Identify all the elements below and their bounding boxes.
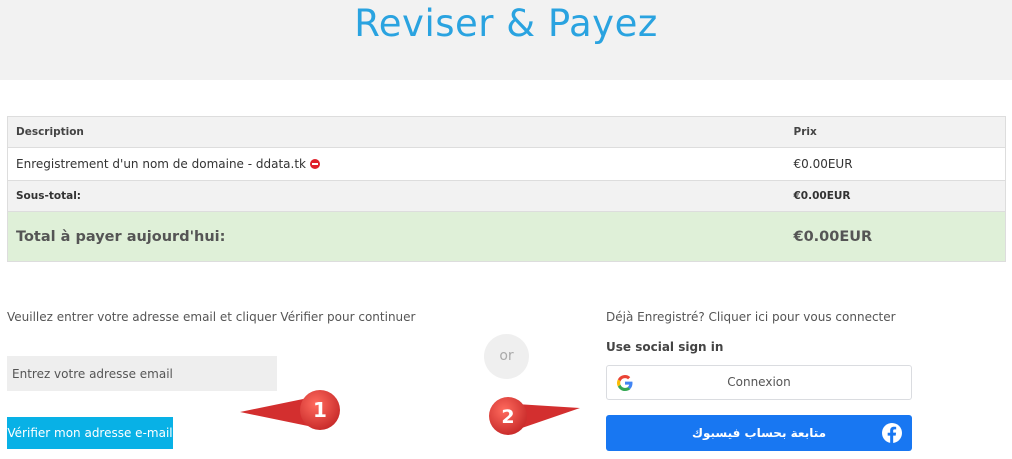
- item-cell: Enregistrement d'un nom de domaine - dda…: [7, 147, 786, 181]
- email-instruction: Veuillez entrer votre adresse email et c…: [7, 310, 416, 324]
- facebook-signin-label: متابعة بحساب فيسبوك: [691, 426, 827, 440]
- table-row: Enregistrement d'un nom de domaine - dda…: [7, 147, 1006, 181]
- page-header: Reviser & Payez: [0, 0, 1012, 80]
- or-divider: or: [484, 334, 529, 379]
- verify-email-button[interactable]: Vérifier mon adresse e-mail: [7, 417, 173, 449]
- page-title: Reviser & Payez: [354, 2, 658, 45]
- table-header-row: Description Prix: [7, 116, 1006, 148]
- total-row: Total à payer aujourd'hui: €0.00EUR: [7, 211, 1006, 262]
- total-label: Total à payer aujourd'hui:: [7, 211, 786, 262]
- google-signin-label: Connexion: [727, 375, 791, 389]
- callout-number-1: 1: [313, 398, 327, 422]
- order-summary-table: Description Prix Enregistrement d'un nom…: [7, 116, 1006, 262]
- subtotal-value: €0.00EUR: [785, 180, 1006, 212]
- subtotal-row: Sous-total: €0.00EUR: [7, 180, 1006, 212]
- google-g-icon: [617, 375, 633, 391]
- callout-number-2: 2: [501, 406, 514, 428]
- item-name: Enregistrement d'un nom de domaine - dda…: [16, 157, 307, 171]
- login-link[interactable]: Déjà Enregistré? Cliquer ici pour vous c…: [606, 310, 896, 324]
- price-header: Prix: [785, 116, 1006, 148]
- subtotal-label: Sous-total:: [7, 180, 786, 212]
- facebook-f-icon: [882, 423, 902, 443]
- total-value: €0.00EUR: [785, 211, 1006, 262]
- callout-arrow-2: 2: [489, 397, 580, 435]
- remove-icon[interactable]: [310, 159, 321, 169]
- social-signin-title: Use social sign in: [606, 340, 724, 354]
- item-price: €0.00EUR: [785, 147, 1006, 181]
- facebook-signin-button[interactable]: متابعة بحساب فيسبوك: [606, 415, 912, 451]
- email-input[interactable]: [7, 356, 277, 391]
- description-header: Description: [7, 116, 786, 148]
- callout-arrow-1: 1: [240, 390, 340, 430]
- google-signin-button[interactable]: Connexion: [606, 365, 912, 400]
